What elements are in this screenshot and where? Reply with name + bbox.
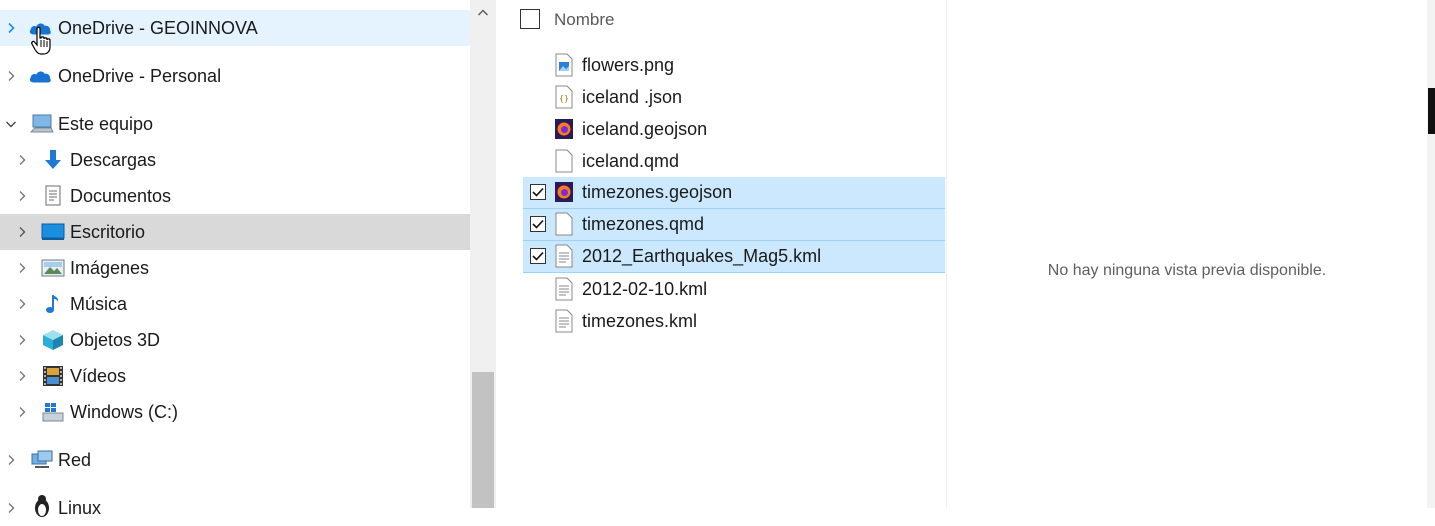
file-name: timezones.geojson	[582, 182, 733, 202]
nav-item-objetos-3d[interactable]: Objetos 3D	[0, 322, 470, 358]
file-row[interactable]: 2012-02-10.kml	[523, 274, 945, 305]
linux-penguin-icon	[30, 494, 54, 518]
file-row[interactable]: timezones.kml	[523, 306, 945, 337]
file-row-selected[interactable]: timezones.geojson	[523, 177, 945, 209]
pictures-icon	[41, 256, 65, 280]
nav-item-descargas[interactable]: Descargas	[0, 142, 470, 178]
nav-label: Windows (C:)	[70, 401, 179, 422]
file-row-selected[interactable]: timezones.qmd	[523, 209, 945, 241]
preview-pane: No hay ninguna vista previa disponible.	[947, 0, 1427, 508]
file-name: iceland.geojson	[582, 119, 708, 139]
checkmark-icon	[532, 219, 544, 229]
file-row[interactable]: flowers.png	[523, 50, 945, 81]
chevron-right-icon[interactable]	[12, 330, 32, 350]
column-header: Nombre	[496, 0, 946, 40]
scroll-thumb[interactable]	[472, 372, 494, 508]
chevron-right-icon[interactable]	[1, 450, 21, 470]
navigation-pane: OneDrive - GEOINNOVA OneDrive - Personal…	[0, 0, 470, 518]
file-row[interactable]: iceland.qmd	[523, 146, 945, 177]
nav-item-red[interactable]: Red	[0, 442, 470, 478]
nav-item-documentos[interactable]: Documentos	[0, 178, 470, 214]
firefox-file-icon	[555, 119, 573, 139]
file-name: timezones.qmd	[582, 214, 705, 234]
column-header-name[interactable]: Nombre	[554, 10, 614, 30]
nav-label: Música	[70, 293, 128, 314]
nav-item-imagenes[interactable]: Imágenes	[0, 250, 470, 286]
nav-item-videos[interactable]: Vídeos	[0, 358, 470, 394]
nav-label: OneDrive - GEOINNOVA	[58, 17, 258, 38]
chevron-right-icon[interactable]	[12, 402, 32, 422]
file-list: Nombre flowers.png {} iceland .json icel…	[496, 0, 946, 508]
chevron-right-icon[interactable]	[12, 366, 32, 386]
nav-item-este-equipo[interactable]: Este equipo	[0, 106, 470, 142]
json-file-icon: {}	[555, 85, 573, 109]
cube-3d-icon	[41, 328, 65, 352]
nav-label: Imágenes	[70, 257, 150, 278]
nav-label: Vídeos	[70, 365, 127, 386]
chevron-right-icon[interactable]	[12, 222, 32, 242]
window-edge-marker	[1428, 88, 1435, 134]
file-name: 2012_Earthquakes_Mag5.kml	[582, 246, 822, 266]
network-icon	[30, 448, 54, 472]
nav-label: Descargas	[70, 149, 157, 170]
desktop-icon	[41, 220, 65, 244]
hand-cursor-icon	[30, 26, 56, 61]
nav-scrollbar[interactable]	[470, 0, 496, 508]
checkmark-icon	[532, 187, 544, 197]
file-row[interactable]: iceland.geojson	[523, 114, 945, 145]
text-file-icon	[555, 309, 573, 333]
chevron-right-icon[interactable]	[1, 18, 21, 38]
chevron-down-icon[interactable]	[1, 114, 21, 134]
row-checkbox-checked[interactable]	[530, 184, 546, 200]
chevron-up-icon	[477, 9, 489, 16]
nav-item-onedrive-personal[interactable]: OneDrive - Personal	[0, 58, 470, 94]
checkmark-icon	[532, 251, 544, 261]
chevron-right-icon[interactable]	[1, 66, 21, 86]
row-checkbox-checked[interactable]	[530, 216, 546, 232]
nav-item-windows-c[interactable]: Windows (C:)	[0, 394, 470, 430]
nav-label: Objetos 3D	[70, 329, 161, 350]
nav-item-escritorio[interactable]: Escritorio	[0, 214, 470, 250]
onedrive-cloud-icon	[28, 64, 52, 88]
select-all-checkbox[interactable]	[520, 9, 540, 29]
nav-label: Escritorio	[70, 221, 146, 242]
chevron-right-icon[interactable]	[12, 258, 32, 278]
file-name: 2012-02-10.kml	[582, 279, 708, 299]
nav-label: OneDrive - Personal	[58, 65, 222, 86]
scroll-up-button[interactable]	[470, 0, 496, 26]
blank-file-icon	[555, 149, 573, 173]
chevron-right-icon[interactable]	[12, 294, 32, 314]
chevron-right-icon[interactable]	[12, 150, 32, 170]
text-file-icon	[555, 277, 573, 301]
preview-message: No hay ninguna vista previa disponible.	[1047, 262, 1327, 279]
file-name: iceland.qmd	[582, 151, 680, 171]
music-note-icon	[41, 292, 65, 316]
nav-label: Documentos	[70, 185, 172, 206]
computer-icon	[30, 112, 54, 136]
nav-label: Linux	[58, 497, 102, 518]
firefox-file-icon	[555, 182, 573, 202]
chevron-right-icon[interactable]	[1, 498, 21, 518]
file-name: flowers.png	[582, 55, 675, 75]
nav-item-musica[interactable]: Música	[0, 286, 470, 322]
file-row[interactable]: {} iceland .json	[523, 82, 945, 113]
download-arrow-icon	[41, 148, 65, 172]
documents-icon	[41, 184, 65, 208]
nav-item-onedrive-geoinnova[interactable]: OneDrive - GEOINNOVA	[0, 10, 470, 55]
nav-label: Este equipo	[58, 113, 154, 134]
film-strip-icon	[41, 364, 65, 388]
svg-text:{}: {}	[559, 94, 569, 103]
row-checkbox-checked[interactable]	[530, 248, 546, 264]
file-name: timezones.kml	[582, 311, 698, 331]
blank-file-icon	[555, 212, 573, 236]
image-file-icon	[555, 53, 573, 77]
file-name: iceland .json	[582, 87, 683, 107]
file-row-selected[interactable]: 2012_Earthquakes_Mag5.kml	[523, 241, 945, 273]
chevron-right-icon[interactable]	[12, 186, 32, 206]
windows-drive-icon	[41, 400, 65, 424]
window-edge	[1427, 0, 1435, 508]
nav-label: Red	[58, 449, 92, 470]
text-file-icon	[555, 244, 573, 268]
nav-item-linux[interactable]: Linux	[0, 490, 470, 526]
